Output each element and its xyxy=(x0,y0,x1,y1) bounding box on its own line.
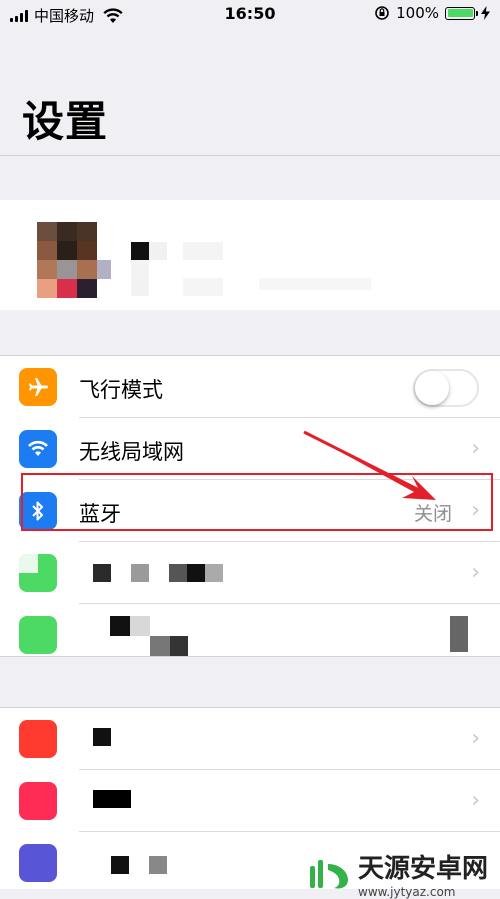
obscured-app-icon xyxy=(19,844,57,882)
wlan-label: 无线局域网 xyxy=(79,440,184,464)
wlan-row[interactable]: 无线局域网 › xyxy=(0,418,500,480)
obscured-row-label xyxy=(110,616,190,656)
airplane-mode-row: 飞行模式 xyxy=(0,356,500,418)
obscured-row-label xyxy=(93,856,193,876)
watermark-url: www.jytyaz.com xyxy=(358,885,456,899)
obscured-setting-row[interactable]: › xyxy=(0,770,500,832)
obscured-row-value xyxy=(450,616,468,652)
chevron-right-icon: › xyxy=(471,436,480,461)
airplane-mode-label: 飞行模式 xyxy=(79,378,163,402)
obscured-row-label xyxy=(93,564,233,584)
header-divider xyxy=(0,155,500,156)
obscured-app-icon xyxy=(19,616,57,654)
obscured-row-label xyxy=(93,790,131,808)
airplane-mode-toggle[interactable] xyxy=(413,369,479,407)
battery-icon xyxy=(445,6,478,20)
watermark-logo-icon xyxy=(310,859,348,889)
site-watermark: 天源安卓网 www.jytyaz.com xyxy=(306,848,488,899)
charging-bolt-icon xyxy=(481,6,490,20)
status-bar: 中国移动 16:50 100% xyxy=(0,0,500,30)
status-right: 100% xyxy=(374,4,490,22)
wifi-icon xyxy=(19,430,57,468)
avatar xyxy=(37,222,111,298)
obscured-app-icon xyxy=(19,782,57,820)
obscured-app-icon xyxy=(19,720,57,758)
bluetooth-highlight-box xyxy=(21,473,493,531)
airplane-icon xyxy=(19,368,57,406)
battery-percent: 100% xyxy=(396,4,439,22)
obscured-app-icon xyxy=(19,554,57,592)
chevron-right-icon: › xyxy=(471,726,480,751)
chevron-right-icon: › xyxy=(471,560,480,585)
obscured-setting-row[interactable]: › xyxy=(0,542,500,604)
chevron-right-icon: › xyxy=(471,788,480,813)
page-title: 设置 xyxy=(22,97,109,146)
group-divider xyxy=(0,656,500,657)
watermark-title: 天源安卓网 xyxy=(358,854,489,884)
obscured-setting-row[interactable]: › xyxy=(0,708,500,770)
obscured-row-label xyxy=(93,728,111,746)
rotation-lock-icon xyxy=(375,6,389,20)
apple-id-card[interactable] xyxy=(0,200,500,310)
account-name xyxy=(131,242,371,302)
